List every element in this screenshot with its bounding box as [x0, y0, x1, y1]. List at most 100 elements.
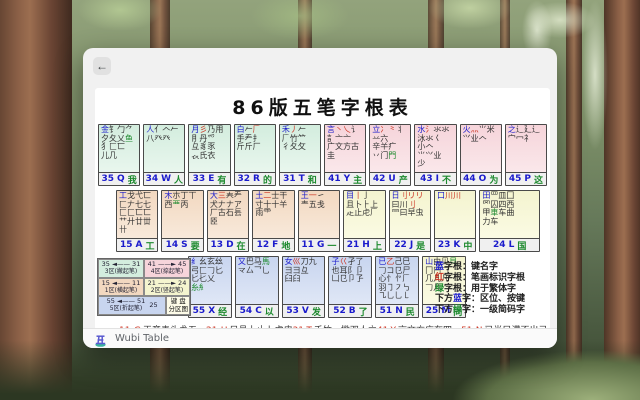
- zone-range: 15 ◄—— 11: [102, 279, 141, 287]
- key-cell-D: 大三𡗗龵犬𠂇ナア厂古石镸𦣞13D在: [207, 190, 249, 252]
- key-label: 21H上: [344, 238, 384, 251]
- key-cell-A: 工戈弋匸匚𠂇七七匚匚匸匸艹廾廿丗卄15A工: [116, 190, 158, 252]
- key-cell-P: 之辶廴⻌宀冖礻45P这: [505, 124, 547, 186]
- zone-range: 21 ——► 24: [148, 279, 187, 287]
- key-cell-R: 白𠂉𠂆手龵扌斤斤厂32R的: [234, 124, 276, 186]
- key-roots: 日刂リリ曰川刂⺜曰早虫: [390, 191, 430, 238]
- key-cell-H: 目丨亅且卜⺊上龰止虍𠂆21H上: [343, 190, 385, 252]
- key-roots: 人亻𠆢𠂉八癶癶: [144, 125, 184, 172]
- key-label: 34W人: [144, 172, 184, 185]
- zone-label: 3区(撇起笔): [105, 268, 138, 276]
- sky-patch: [582, 0, 608, 150]
- key-roots: 水氵氺氺𣲙氺𡿨小𡭔𠆢⺌⺍业少: [415, 125, 455, 172]
- key-cell-K: 口川川23K中: [434, 190, 476, 252]
- key-roots: 目丨亅且卜⺊上龰止虍𠂆: [344, 191, 384, 238]
- key-roots: 土二士干寸十十𢆉雨⻗: [253, 191, 293, 238]
- keyboard-row-bottom: 纟幺玄𢆶弓匚𠃌匕匕𠤎乂糸糹55X经又巴马馬龴厶乛乚54C以女巛刀九彐⺕彑臼𦥑53…: [188, 256, 466, 318]
- key-cell-W: 人亻𠆢𠂉八癶癶34W人: [143, 124, 185, 186]
- key-roots: 工戈弋匸匚𠂇七七匚匚匸匸艹廾廿丗卄: [117, 191, 157, 238]
- key-label: 41Y主: [325, 172, 365, 185]
- wubi-chart-card: 86版五笔字根表 金钅勹⺈夕夂乂鱼犭匚匸儿几35Q我人亻𠆢𠂉八癶癶34W人月彡乃…: [95, 88, 550, 330]
- key-roots: 又巴马馬龴厶乛乚: [236, 257, 278, 304]
- app-window: ← 86版五笔字根表 金钅勹⺈夕夂乂鱼犭匚匸儿几35Q我人亻𠆢𠂉八癶癶34W人月…: [83, 48, 557, 348]
- key-roots: 金钅勹⺈夕夂乂鱼犭匚匸儿几: [99, 125, 139, 172]
- key-roots: 子巜孑了也耳阝卩凵㔾卩孒: [329, 257, 371, 304]
- key-roots: 月彡乃用⺝丹爫彑豸豕𧘇氏衣: [189, 125, 229, 172]
- key-cell-L: 田罒皿囗罓囚四西甲車车曲力车24L国: [479, 190, 540, 252]
- key-roots: 大三𡗗龵犬𠂇ナア厂古石镸𦣞: [208, 191, 248, 238]
- zone-label: 2区(竖起笔): [151, 287, 184, 295]
- zone-map-cell-4: 41 ——► 45 4区(捺起笔): [144, 259, 190, 278]
- zone-map-title-line: 分区图: [169, 305, 189, 313]
- key-roots: 女巛刀九彐⺕彑臼𦥑: [283, 257, 325, 304]
- key-roots: 木朩丁丅西覀丙: [162, 191, 202, 238]
- key-cell-Q: 金钅勹⺈夕夂乂鱼犭匚匸儿几35Q我: [98, 124, 140, 186]
- key-roots: 已乙己巳𠃌コ㔾尸心忄㣺𠂆羽㇆㇇㇉㇈乚乚㇄: [376, 257, 418, 304]
- key-cell-G: 王一㇀龶五戋11G一: [298, 190, 340, 252]
- back-arrow-icon: ←: [96, 59, 108, 73]
- key-label: 11G一: [299, 238, 339, 251]
- keyboard-row-home: 工戈弋匸匚𠂇七七匚匚匸匸艹廾廿丗卄15A工木朩丁丅西覀丙14S要大三𡗗龵犬𠂇ナア…: [116, 190, 540, 252]
- zone-map-cell-2: 21 ——► 24 2区(竖起笔): [144, 278, 190, 297]
- key-roots: 之辶廴⻌宀冖礻: [506, 125, 546, 172]
- key-label: 44O为: [461, 172, 501, 185]
- zone-label: 5区(折起笔): [110, 305, 143, 313]
- wubi-five-icon: [94, 332, 107, 345]
- zone-map-cell-5: 55 ◄—— 51 5区(折起笔) 25: [98, 296, 166, 315]
- key-label: 43I不: [415, 172, 455, 185]
- key-label: 54C以: [236, 304, 278, 317]
- key-label: 33E有: [189, 172, 229, 185]
- key-label: 24L国: [480, 238, 539, 251]
- key-cell-U: 立冫⺀丬䒑六辛𢆉疒丷门門42U产: [369, 124, 411, 186]
- key-label: 55X经: [189, 304, 231, 317]
- key-roots: 王一㇀龶五戋: [299, 191, 339, 238]
- color-legend-line: 下方蓝字：区位、按键: [435, 294, 550, 305]
- key-label: 32R的: [235, 172, 275, 185]
- key-label: 12F地: [253, 238, 293, 251]
- key-cell-J: 日刂リリ曰川刂⺜曰早虫22J是: [389, 190, 431, 252]
- zone-label: 4区(捺起笔): [151, 268, 184, 276]
- key-cell-Y: 言丶乀讠訁亠亠广文方古圭41Y主: [324, 124, 366, 186]
- back-button[interactable]: ←: [93, 57, 111, 75]
- key-roots: 立冫⺀丬䒑六辛𢆉疒丷门門: [370, 125, 410, 172]
- key-roots: 禾丿𠂉𠂆竹⺮彳夂攵: [280, 125, 320, 172]
- key-label: 15A工: [117, 238, 157, 251]
- key-cell-F: 土二士干寸十十𢆉雨⻗12F地: [252, 190, 294, 252]
- key-cell-B: 子巜孑了也耳阝卩凵㔾卩孒52B了: [328, 256, 372, 318]
- grass-patch: [450, 345, 640, 400]
- key-label: 42U产: [370, 172, 410, 185]
- zone-map-cell-1: 15 ◄—— 11 1区(横起笔): [98, 278, 144, 297]
- key-label: 14S要: [162, 238, 202, 251]
- key-label: 52B了: [329, 304, 371, 317]
- key-roots: 火灬⺌米⺍业𠆢: [461, 125, 501, 172]
- color-legend-line: 蓝字根：键名字: [435, 262, 550, 273]
- key-label: 45P这: [506, 172, 546, 185]
- key-label: 53V发: [283, 304, 325, 317]
- color-legend-line: 绿字根：用于繁体字: [435, 284, 550, 295]
- zone-extra-25: 25: [149, 301, 157, 309]
- color-legend: 蓝字根：键名字红字根：笔画标识字根绿字根：用于繁体字下方蓝字：区位、按键下方绿字…: [435, 262, 550, 316]
- color-legend-line: 红字根：笔画标识字根: [435, 273, 550, 284]
- key-cell-X: 纟幺玄𢆶弓匚𠃌匕匕𠤎乂糸糹55X经: [188, 256, 232, 318]
- key-label: 35Q我: [99, 172, 139, 185]
- zone-label: 1区(横起笔): [105, 287, 138, 295]
- key-cell-S: 木朩丁丅西覀丙14S要: [161, 190, 203, 252]
- color-legend-line: 下方绿字：一级简码字: [435, 305, 550, 316]
- key-roots: 田罒皿囗罓囚四西甲車车曲力车: [480, 191, 539, 238]
- keyboard-row-top: 金钅勹⺈夕夂乂鱼犭匚匸儿几35Q我人亻𠆢𠂉八癶癶34W人月彡乃用⺝丹爫彑豸豕𧘇氏…: [98, 124, 547, 186]
- app-bar: Wubi Table: [83, 328, 557, 348]
- key-cell-O: 火灬⺌米⺍业𠆢44O为: [460, 124, 502, 186]
- key-label: 31T和: [280, 172, 320, 185]
- key-label: 13D在: [208, 238, 248, 251]
- key-label: 22J是: [390, 238, 430, 251]
- key-cell-T: 禾丿𠂉𠂆竹⺮彳夂攵31T和: [279, 124, 321, 186]
- zone-map-title: 键 盘 分区图: [166, 296, 190, 315]
- zone-map-cell-3: 35 ◄—— 31 3区(撇起笔): [98, 259, 144, 278]
- chart-title: 86版五笔字根表: [95, 93, 550, 120]
- key-cell-V: 女巛刀九彐⺕彑臼𦥑53V发: [282, 256, 326, 318]
- keyboard-zone-map: 35 ◄—— 31 3区(撇起笔) 41 ——► 45 4区(捺起笔) 15 ◄…: [97, 258, 191, 316]
- app-bar-label: Wubi Table: [115, 333, 169, 344]
- key-label: 23K中: [435, 238, 475, 251]
- key-roots: 纟幺玄𢆶弓匚𠃌匕匕𠤎乂糸糹: [189, 257, 231, 304]
- key-roots: 白𠂉𠂆手龵扌斤斤厂: [235, 125, 275, 172]
